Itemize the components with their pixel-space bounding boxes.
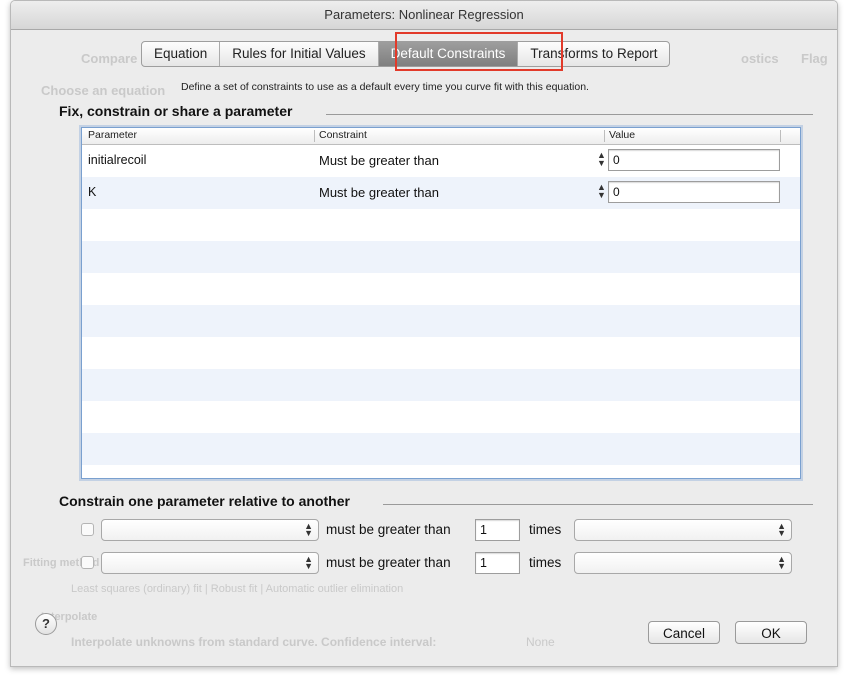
constraints-table: Parameter Constraint Value initialrecoil… (81, 127, 801, 479)
ghost-choose-equation: Choose an equation (41, 83, 166, 98)
constraint-select[interactable]: Must be greater than (319, 153, 439, 168)
constraint-stepper-icon[interactable]: ▲ ▼ (597, 151, 606, 168)
tab-equation[interactable]: Equation (142, 42, 221, 66)
table-row-empty (82, 209, 800, 241)
column-separator (604, 130, 605, 142)
relation-label: must be greater than (326, 522, 451, 537)
select-arrows-icon: ▲ ▼ (777, 554, 786, 571)
cancel-button[interactable]: Cancel (648, 621, 720, 644)
first-parameter-select[interactable]: ▲ ▼ (101, 519, 319, 541)
relative-constraint-checkbox[interactable] (81, 556, 94, 569)
parameter-name: initialrecoil (88, 153, 147, 167)
constraint-value-input[interactable]: 0 (608, 181, 780, 203)
table-row-empty (82, 241, 800, 273)
constraint-select[interactable]: Must be greater than (319, 185, 439, 200)
constraint-value-input[interactable]: 0 (608, 149, 780, 171)
column-header-parameter[interactable]: Parameter (88, 129, 137, 141)
select-arrows-icon: ▲ ▼ (304, 554, 313, 571)
help-button[interactable]: ? (35, 613, 57, 635)
table-row[interactable]: initialrecoil Must be greater than ▲ ▼ 0 (82, 145, 800, 177)
relative-section-title: Constrain one parameter relative to anot… (59, 493, 350, 509)
table-row-empty (82, 305, 800, 337)
factor-input[interactable]: 1 (475, 519, 520, 541)
description-text: Define a set of constraints to use as a … (181, 81, 589, 93)
factor-input[interactable]: 1 (475, 552, 520, 574)
ghost-fit-options: Least squares (ordinary) fit | Robust fi… (71, 583, 404, 595)
ghost-compare-tab: Compare (81, 51, 138, 66)
first-parameter-select[interactable]: ▲ ▼ (101, 552, 319, 574)
ok-button[interactable]: OK (735, 621, 807, 644)
times-label: times (529, 555, 562, 570)
ghost-interpolate-text: Interpolate unknowns from standard curve… (71, 635, 437, 649)
column-separator (314, 130, 315, 142)
table-row-empty (82, 433, 800, 465)
table-row-empty (82, 401, 800, 433)
second-parameter-select[interactable]: ▲ ▼ (574, 519, 792, 541)
fix-section-title: Fix, constrain or share a parameter (59, 103, 293, 119)
active-tab-highlight (395, 32, 563, 71)
table-row-empty (82, 337, 800, 369)
column-separator (780, 130, 781, 142)
tab-rules-initial-values[interactable]: Rules for Initial Values (220, 42, 379, 66)
column-header-value[interactable]: Value (609, 129, 635, 141)
parameters-dialog: Parameters: Nonlinear Regression Compare… (10, 0, 838, 667)
times-label: times (529, 522, 562, 537)
table-row-empty (82, 273, 800, 305)
ghost-diagnostics-tab: ostics (741, 51, 779, 66)
parameter-name: K (88, 185, 97, 199)
ghost-flag-tab: Flag (801, 51, 828, 66)
relative-section-divider (383, 504, 813, 505)
relation-label: must be greater than (326, 555, 451, 570)
table-header: Parameter Constraint Value (82, 128, 800, 145)
second-parameter-select[interactable]: ▲ ▼ (574, 552, 792, 574)
relative-constraint-checkbox[interactable] (81, 523, 94, 536)
constraint-stepper-icon[interactable]: ▲ ▼ (597, 183, 606, 200)
fix-section-divider (326, 114, 813, 115)
select-arrows-icon: ▲ ▼ (304, 521, 313, 538)
relative-constraint-row: ▲ ▼ must be greater than 1 times ▲ ▼ (81, 519, 801, 541)
column-header-constraint[interactable]: Constraint (319, 129, 367, 141)
window-title: Parameters: Nonlinear Regression (11, 1, 837, 30)
table-row-empty (82, 465, 800, 478)
table-row[interactable]: K Must be greater than ▲ ▼ 0 (82, 177, 800, 209)
relative-constraint-row: ▲ ▼ must be greater than 1 times ▲ ▼ (81, 552, 801, 574)
select-arrows-icon: ▲ ▼ (777, 521, 786, 538)
ghost-none: None (526, 635, 555, 649)
table-row-empty (82, 369, 800, 401)
